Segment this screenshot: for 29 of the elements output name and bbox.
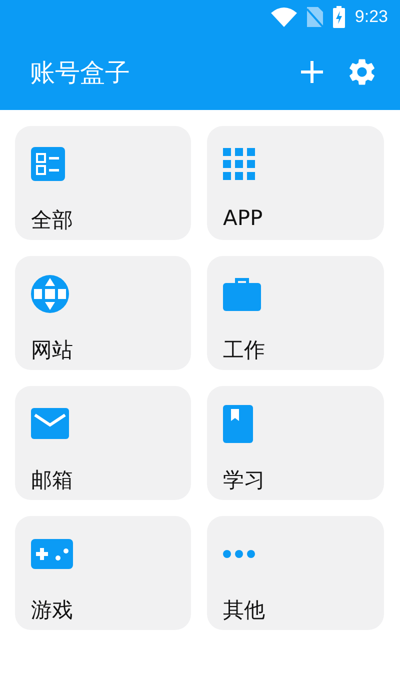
category-card[interactable]: 游戏 [15, 516, 191, 630]
book-icon [223, 405, 253, 443]
category-label: 网站 [31, 337, 73, 364]
category-card[interactable]: 网站 [15, 256, 191, 370]
category-card[interactable]: 邮箱 [15, 386, 191, 500]
category-label: 全部 [31, 207, 73, 234]
briefcase-icon [223, 275, 261, 313]
category-card[interactable]: 学习 [207, 386, 384, 500]
envelope-icon [31, 408, 69, 440]
wifi-icon [270, 7, 297, 27]
category-label: 邮箱 [31, 467, 73, 494]
app-title: 账号盒子 [30, 56, 131, 88]
category-card[interactable]: 工作 [207, 256, 384, 370]
more-icon [223, 550, 255, 558]
status-time: 9:23 [354, 7, 388, 27]
category-label: 学习 [223, 467, 265, 494]
category-card[interactable]: 其他 [207, 516, 384, 630]
list-icon [31, 147, 65, 181]
battery-charging-icon [332, 6, 345, 28]
no-sim-icon [306, 7, 323, 27]
grid-icon [223, 148, 255, 180]
category-card[interactable]: APP [207, 126, 384, 240]
category-label: APP [223, 206, 263, 230]
category-label: 其他 [223, 597, 265, 624]
category-card[interactable]: 全部 [15, 126, 191, 240]
category-label: 工作 [223, 337, 265, 364]
globe-icon [31, 275, 69, 313]
category-label: 游戏 [31, 597, 73, 624]
gamepad-icon [31, 539, 73, 569]
